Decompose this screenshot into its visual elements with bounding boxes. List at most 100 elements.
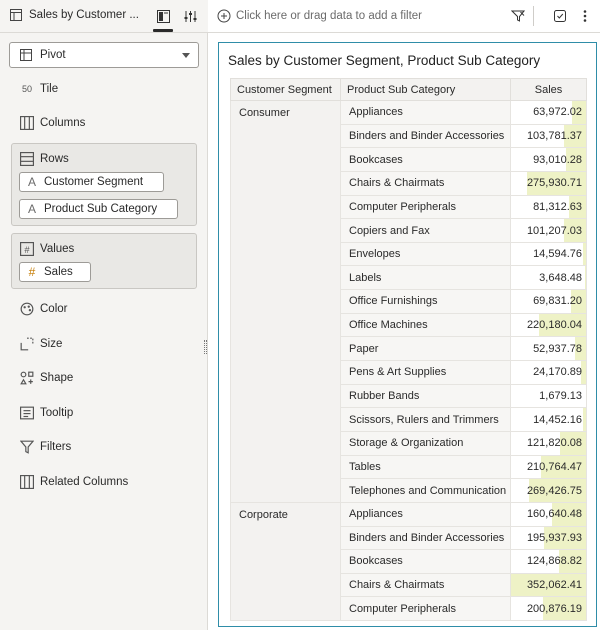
- sub-category-cell[interactable]: Scissors, Rulers and Trimmers: [340, 407, 511, 432]
- viz-type-select[interactable]: Pivot: [9, 42, 199, 68]
- header-customer-segment[interactable]: Customer Segment: [230, 78, 341, 101]
- filter-bar: Click here or drag data to add a filter: [208, 0, 600, 33]
- panel-resize-handle[interactable]: [204, 340, 207, 354]
- sales-cell[interactable]: 63,972.02: [510, 100, 587, 125]
- sales-cell[interactable]: 195,937.93: [510, 525, 587, 551]
- more-menu-button[interactable]: [576, 7, 594, 25]
- attribute-icon: A: [27, 175, 36, 189]
- sales-cell[interactable]: 93,010.28: [510, 147, 587, 172]
- pivot-visualization[interactable]: Sales by Customer Segment, Product Sub C…: [218, 42, 597, 627]
- rows-pill-customer-segment[interactable]: A Customer Segment: [19, 172, 164, 192]
- sub-category-cell[interactable]: Office Machines: [340, 312, 511, 338]
- grammar-size[interactable]: Size: [20, 334, 62, 354]
- sub-category-cell[interactable]: Computer Peripherals: [340, 596, 511, 622]
- sub-category-cell[interactable]: Labels: [340, 265, 511, 291]
- viz-type-label: Pivot: [40, 49, 66, 61]
- sales-cell[interactable]: 124,868.82: [510, 549, 587, 574]
- sales-cell[interactable]: 24,170.89: [510, 360, 587, 385]
- sales-value: 124,868.82: [526, 555, 582, 568]
- columns-icon: [20, 116, 34, 130]
- sales-cell[interactable]: 160,640.48: [510, 501, 587, 527]
- sales-cell[interactable]: 103,781.37: [510, 123, 587, 149]
- sales-cell[interactable]: 210,764.47: [510, 454, 587, 480]
- table-row[interactable]: Corporate Appliances 160,640.48: [230, 501, 587, 622]
- sales-cell[interactable]: 269,426.75: [510, 478, 587, 503]
- canvas: Sales by Customer Segment, Product Sub C…: [208, 33, 600, 630]
- sales-value: 69,831.20: [533, 295, 582, 308]
- auto-apply-icon: [554, 10, 566, 22]
- sub-category-cell[interactable]: Appliances: [340, 100, 511, 125]
- grammar-related-columns[interactable]: Related Columns: [20, 472, 128, 492]
- sub-category-cell[interactable]: Tables: [340, 454, 511, 480]
- sub-category-cell[interactable]: Binders and Binder Accessories: [340, 123, 511, 149]
- segment-cell[interactable]: Corporate: [230, 501, 341, 622]
- values-title: # Values: [20, 241, 74, 257]
- properties-button[interactable]: [179, 6, 201, 26]
- sub-category-cell[interactable]: Pens & Art Supplies: [340, 360, 511, 385]
- sub-category-cell[interactable]: Office Furnishings: [340, 289, 511, 314]
- shape-icon: [20, 371, 34, 385]
- viz-title: Sales by Customer Segment, Product Sub C…: [228, 53, 541, 68]
- sales-cell[interactable]: 101,207.03: [510, 218, 587, 243]
- segment-cell[interactable]: Consumer: [230, 100, 341, 503]
- sub-category-cell[interactable]: Binders and Binder Accessories: [340, 525, 511, 551]
- panel-header: Sales by Customer ...: [0, 0, 208, 33]
- header-sales[interactable]: Sales: [510, 78, 587, 101]
- filter-icon: [20, 440, 34, 454]
- sales-cell[interactable]: 275,930.71: [510, 170, 587, 196]
- header-row: Customer Segment Product Sub Category Sa…: [230, 78, 587, 101]
- sales-value: 121,820.08: [526, 437, 582, 450]
- sales-cell[interactable]: 81,312.63: [510, 194, 587, 220]
- sales-cell[interactable]: 52,937.78: [510, 336, 587, 362]
- sales-cell[interactable]: 3,648.48: [510, 265, 587, 291]
- sales-cell[interactable]: 121,820.08: [510, 430, 587, 456]
- sub-category-cell[interactable]: Bookcases: [340, 147, 511, 172]
- filter-options-button[interactable]: [509, 7, 527, 25]
- sub-category-cell[interactable]: Chairs & Chairmats: [340, 170, 511, 196]
- values-pill-sales[interactable]: # Sales: [19, 262, 91, 282]
- sub-category-cell[interactable]: Computer Peripherals: [340, 194, 511, 220]
- sales-cell[interactable]: 14,594.76: [510, 241, 587, 267]
- sales-bar: [585, 266, 586, 289]
- sales-value: 93,010.28: [533, 153, 582, 166]
- grammar-color[interactable]: Color: [20, 299, 67, 319]
- svg-text:#: #: [24, 245, 30, 255]
- sub-category-cell[interactable]: Rubber Bands: [340, 383, 511, 409]
- grammar-columns[interactable]: Columns: [20, 113, 85, 133]
- workbook-title: Sales by Customer ...: [29, 9, 139, 21]
- tile-icon: 50: [21, 84, 32, 94]
- sub-category-cell[interactable]: Storage & Organization: [340, 430, 511, 456]
- grammar-filters[interactable]: Filters: [20, 437, 71, 457]
- sub-category-cell[interactable]: Appliances: [340, 501, 511, 527]
- sales-cell[interactable]: 200,876.19: [510, 596, 587, 622]
- rows-pill-product-sub-category[interactable]: A Product Sub Category: [19, 199, 178, 219]
- sales-cell[interactable]: 220,180.04: [510, 312, 587, 338]
- sub-category-cell[interactable]: Envelopes: [340, 241, 511, 267]
- rows-icon: [20, 152, 34, 166]
- sub-category-cell[interactable]: Bookcases: [340, 549, 511, 574]
- add-icon[interactable]: [217, 9, 231, 23]
- pivot-table: Customer Segment Product Sub Category Sa…: [230, 78, 587, 622]
- grammar-tooltip[interactable]: Tooltip: [20, 403, 73, 423]
- sales-value: 195,937.93: [526, 531, 582, 544]
- values-dropzone[interactable]: # Values # Sales: [11, 233, 197, 289]
- sub-category-cell[interactable]: Telephones and Communication: [340, 478, 511, 503]
- sub-category-cell[interactable]: Paper: [340, 336, 511, 362]
- sales-value: 352,062.41: [526, 579, 582, 592]
- grammar-panel-button[interactable]: [152, 6, 174, 32]
- sales-cell[interactable]: 352,062.41: [510, 572, 587, 598]
- header-product-sub-category[interactable]: Product Sub Category: [340, 78, 511, 101]
- table-row[interactable]: Consumer Appliances 63,972.02: [230, 100, 587, 503]
- sales-cell[interactable]: 69,831.20: [510, 289, 587, 314]
- auto-apply-button[interactable]: [551, 7, 569, 25]
- sales-cell[interactable]: 1,679.13: [510, 383, 587, 409]
- sub-category-cell[interactable]: Chairs & Chairmats: [340, 572, 511, 598]
- sub-category-cell[interactable]: Copiers and Fax: [340, 218, 511, 243]
- grammar-tile[interactable]: 50 Tile: [20, 79, 58, 99]
- rows-dropzone[interactable]: Rows A Customer Segment A Product Sub Ca…: [11, 143, 197, 226]
- sales-value: 220,180.04: [526, 319, 582, 332]
- sales-cell[interactable]: 14,452.16: [510, 407, 587, 432]
- sales-bar: [582, 408, 586, 431]
- grammar-shape[interactable]: Shape: [20, 368, 73, 388]
- filter-input[interactable]: Click here or drag data to add a filter: [236, 10, 422, 22]
